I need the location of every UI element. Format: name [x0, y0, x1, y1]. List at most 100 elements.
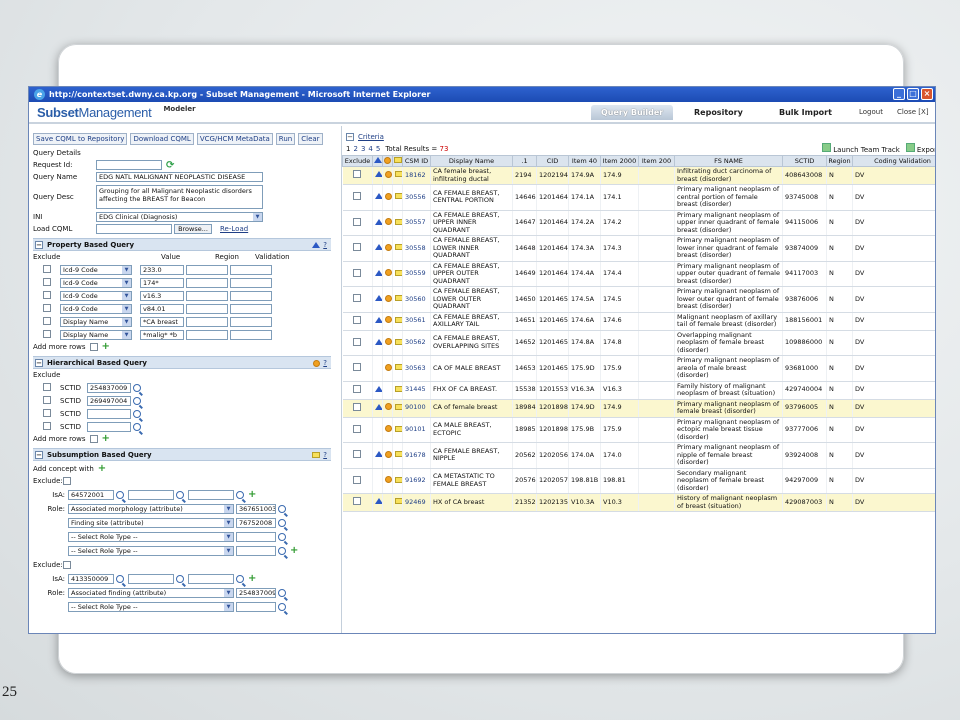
- save-cqml-button[interactable]: Save CQML to Repository: [33, 133, 128, 145]
- collapse-icon[interactable]: −: [346, 132, 354, 141]
- role-select[interactable]: -- Select Role Type --: [68, 532, 234, 542]
- region-input[interactable]: [186, 278, 228, 288]
- property-value-input[interactable]: 174*: [140, 278, 184, 288]
- csm-id-link[interactable]: 91692: [402, 468, 431, 494]
- property-value-input[interactable]: v84.01: [140, 304, 184, 314]
- column-header[interactable]: .1: [512, 155, 537, 167]
- property-type-select[interactable]: Display Name: [60, 317, 132, 327]
- exclude-checkbox[interactable]: [353, 268, 362, 277]
- exclude-checkbox[interactable]: [43, 291, 51, 299]
- export-button[interactable]: Expor: [905, 143, 935, 154]
- search-icon[interactable]: [133, 397, 141, 405]
- property-value-input[interactable]: *malig* *b: [140, 330, 184, 340]
- search-icon[interactable]: [278, 519, 286, 527]
- add-icon[interactable]: +: [102, 434, 110, 444]
- exclude-checkbox[interactable]: [353, 363, 362, 371]
- exclude-checkbox[interactable]: [353, 294, 362, 302]
- tab-bulk-import[interactable]: Bulk Import: [769, 105, 842, 120]
- tab-query-builder[interactable]: Query Builder: [591, 105, 674, 120]
- hier-query-header[interactable]: − Hierarchical Based Query?: [33, 356, 331, 369]
- csm-id-link[interactable]: 30560: [402, 286, 431, 313]
- csm-id-link[interactable]: 91678: [402, 442, 431, 469]
- download-cqml-button[interactable]: Download CQML: [130, 133, 194, 145]
- property-type-select[interactable]: Icd-9 Code: [60, 291, 132, 301]
- isa-input[interactable]: [188, 574, 234, 584]
- table-row[interactable]: 18162 CA female breast, infiltrating duc…: [342, 166, 935, 185]
- load-cqml-input[interactable]: [96, 224, 172, 234]
- validation-input[interactable]: [230, 330, 272, 340]
- search-icon[interactable]: [278, 547, 286, 555]
- exclude-checkbox[interactable]: [43, 317, 51, 325]
- role-value-input[interactable]: 254837009: [236, 588, 276, 598]
- search-icon[interactable]: [278, 505, 286, 513]
- exclude-checkbox[interactable]: [353, 170, 362, 179]
- validation-input[interactable]: [230, 291, 272, 301]
- property-value-input[interactable]: 233.0: [140, 265, 184, 275]
- column-header[interactable]: Region: [826, 155, 853, 167]
- collapse-icon[interactable]: −: [35, 240, 43, 249]
- table-row[interactable]: 90101 CA MALE BREAST, ECTOPIC 18985 1201…: [342, 417, 935, 443]
- column-header[interactable]: SCTID: [782, 155, 827, 167]
- role-select[interactable]: Associated morphology (attribute): [68, 504, 234, 514]
- help-link[interactable]: ?: [323, 359, 327, 367]
- exclude-checkbox[interactable]: [353, 337, 362, 346]
- search-icon[interactable]: [133, 410, 141, 418]
- csm-id-link[interactable]: 90100: [402, 399, 431, 418]
- exclude-checkbox[interactable]: [43, 330, 51, 338]
- exclude-checkbox[interactable]: [353, 315, 362, 324]
- triangle-header-icon[interactable]: [372, 155, 383, 167]
- table-row[interactable]: 30556 CA FEMALE BREAST, CENTRAL PORTION …: [342, 184, 935, 211]
- page-link[interactable]: 3: [361, 145, 365, 153]
- search-icon[interactable]: [133, 423, 141, 431]
- validation-input[interactable]: [230, 317, 272, 327]
- isa-input[interactable]: [188, 490, 234, 500]
- search-icon[interactable]: [116, 575, 124, 583]
- isa-input[interactable]: [128, 490, 174, 500]
- csm-id-link[interactable]: 30559: [402, 261, 431, 287]
- exclude-checkbox[interactable]: [63, 477, 71, 485]
- page-link[interactable]: 5: [376, 145, 380, 153]
- browse-button[interactable]: Browse...: [174, 224, 212, 234]
- help-link[interactable]: ?: [323, 241, 327, 249]
- role-select[interactable]: Associated finding (attribute): [68, 588, 234, 598]
- column-header[interactable]: Item 40: [568, 155, 601, 167]
- region-input[interactable]: [186, 330, 228, 340]
- metadata-button[interactable]: VCG/HCM MetaData: [196, 133, 273, 145]
- exclude-checkbox[interactable]: [43, 396, 51, 404]
- csm-id-link[interactable]: 30561: [402, 312, 431, 331]
- table-row[interactable]: 90100 CA of female breast 18984 12018983…: [342, 399, 935, 418]
- request-id-input[interactable]: [96, 160, 162, 170]
- search-icon[interactable]: [278, 589, 286, 597]
- exclude-checkbox[interactable]: [353, 243, 362, 251]
- role-value-input[interactable]: 76752008: [236, 518, 276, 528]
- exclude-checkbox[interactable]: [353, 450, 362, 458]
- search-icon[interactable]: [236, 575, 244, 583]
- exclude-checkbox[interactable]: [43, 304, 51, 312]
- reload-link[interactable]: Re-Load: [220, 225, 248, 233]
- isa-input[interactable]: 413350009: [68, 574, 114, 584]
- role-value-input[interactable]: [236, 546, 276, 556]
- table-row[interactable]: 30563 CA OF MALE BREAST 14653 12014653 1…: [342, 355, 935, 382]
- collapse-icon[interactable]: −: [35, 450, 43, 459]
- table-row[interactable]: 30557 CA FEMALE BREAST, UPPER INNER QUAD…: [342, 210, 935, 236]
- minimize-icon[interactable]: _: [893, 88, 905, 100]
- tab-repository[interactable]: Repository: [684, 105, 753, 120]
- column-header[interactable]: Item 200: [638, 155, 675, 167]
- csm-id-link[interactable]: 92469: [402, 493, 431, 512]
- exclude-checkbox[interactable]: [43, 383, 51, 391]
- exclude-checkbox[interactable]: [353, 497, 362, 506]
- collapse-icon[interactable]: −: [35, 358, 43, 367]
- region-input[interactable]: [186, 317, 228, 327]
- validation-input[interactable]: [230, 265, 272, 275]
- column-header[interactable]: Item 2000: [600, 155, 639, 167]
- region-input[interactable]: [186, 291, 228, 301]
- exclude-checkbox[interactable]: [43, 409, 51, 417]
- search-icon[interactable]: [236, 491, 244, 499]
- column-header[interactable]: CSM ID: [402, 155, 431, 167]
- table-row[interactable]: 91692 CA METASTATIC TO FEMALE BREAST 205…: [342, 468, 935, 494]
- column-header[interactable]: FS NAME: [674, 155, 783, 167]
- property-type-select[interactable]: Icd-9 Code: [60, 304, 132, 314]
- page-link[interactable]: 2: [353, 145, 357, 153]
- csm-id-link[interactable]: 18162: [402, 166, 431, 185]
- add-icon[interactable]: +: [98, 464, 106, 474]
